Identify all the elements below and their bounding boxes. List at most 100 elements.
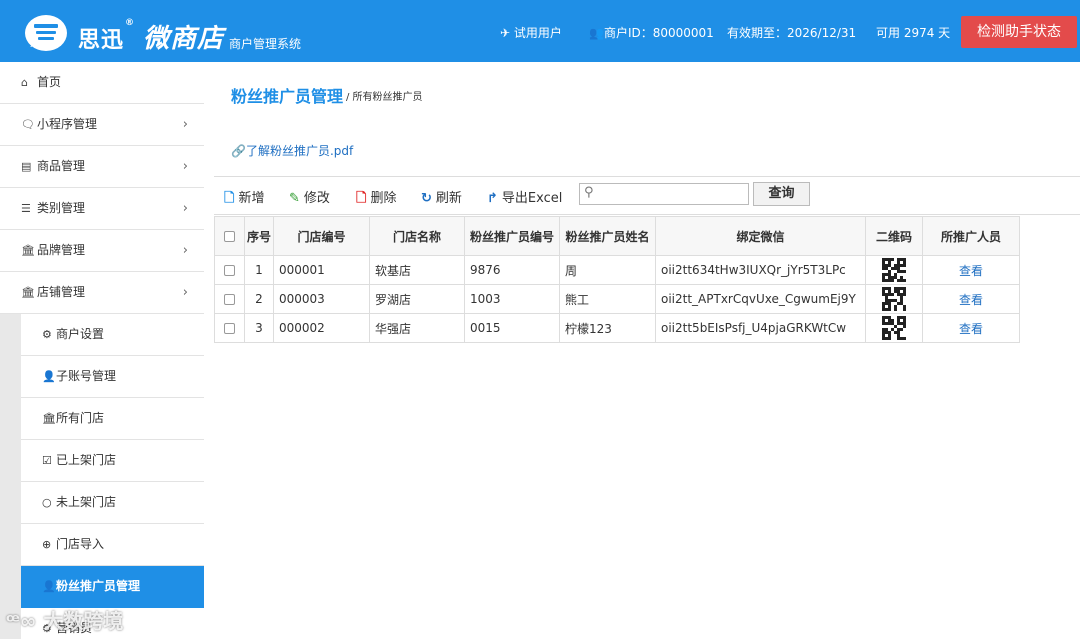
export-excel-button[interactable]: ↱ 导出Excel — [487, 187, 562, 206]
sidebar-item-categories[interactable]: ☰ 类别管理 › — [0, 188, 204, 230]
watermark-logo-icon: ꟹ∞ — [6, 609, 37, 633]
sidebar-item-home[interactable]: ⌂ 首页 — [0, 62, 204, 104]
expiry-date: 有效期至：2026/12/31 — [727, 26, 857, 40]
page-title: 粉丝推广员管理 — [231, 87, 344, 106]
chevron-right-icon: › — [182, 117, 188, 132]
wechat-openid: oii2tt5bEIsPsfj_U4pjaGRKWtCw — [655, 313, 866, 343]
sidebar-subitem-merchant-settings[interactable]: ⚙ 商户设置 — [21, 314, 204, 356]
store-name: 华强店 — [369, 313, 465, 343]
col-header-wechat: 绑定微信 — [655, 216, 866, 256]
shop-logo-icon — [25, 15, 67, 51]
qrcode-icon[interactable] — [882, 258, 906, 282]
store-code: 000002 — [273, 313, 370, 343]
detect-assistant-button[interactable]: 检测助手状态 — [961, 16, 1077, 48]
row-select-cell[interactable] — [214, 313, 245, 343]
sidebar-subitem-all-stores[interactable]: 🏛所有门店 — [21, 398, 204, 440]
qrcode-icon[interactable] — [882, 287, 906, 311]
subsystem-label: 商户管理系统 — [229, 37, 302, 51]
promoter-table: 序号 门店编号 门店名称 粉丝推广员编号 粉丝推广员姓名 绑定微信 二维码 所推… — [214, 216, 1020, 343]
check-square-icon: ☑ — [42, 454, 52, 467]
qrcode-cell[interactable] — [865, 284, 923, 314]
chevron-right-icon: › — [182, 243, 188, 258]
pdf-help-link[interactable]: 🔗了解粉丝推广员.pdf — [231, 142, 353, 159]
breadcrumb: / 所有粉丝推广员 — [346, 92, 423, 103]
qrcode-icon[interactable] — [882, 316, 906, 340]
user-icon: 👤 — [42, 370, 56, 383]
available-days: 可用 2974 天 — [876, 26, 951, 40]
col-header-promoted-users: 所推广人员 — [922, 216, 1020, 256]
col-header-store-code: 门店编号 — [273, 216, 370, 256]
row-checkbox[interactable] — [224, 323, 235, 334]
row-no: 1 — [244, 255, 274, 285]
divider — [214, 214, 1080, 215]
wechat-openid: oii2tt634tHw3IUXQr_jYr5T3LPc — [655, 255, 866, 285]
divider — [214, 176, 1080, 177]
bank-icon: 🏛 — [42, 412, 56, 425]
chevron-right-icon: › — [182, 285, 188, 300]
delete-button[interactable]: 🗋 删除 — [356, 187, 396, 211]
row-checkbox[interactable] — [224, 265, 235, 276]
col-header-promoter-name: 粉丝推广员姓名 — [559, 216, 656, 256]
store-name: 软基店 — [369, 255, 465, 285]
plus-circle-icon: ⊕ — [42, 538, 52, 551]
top-header: 思迅®微商店 商户管理系统 ✈ 试用用户 👥商户ID：80000001 有效期至… — [0, 0, 1080, 62]
gear-icon: ⚙ — [42, 328, 52, 341]
row-no: 3 — [244, 313, 274, 343]
send-icon: ✈ — [500, 26, 511, 40]
col-header-promoter-code: 粉丝推广员编号 — [464, 216, 560, 256]
sidebar-item-brands[interactable]: 🏛 品牌管理 › — [0, 230, 204, 272]
user-icon: 👤 — [42, 580, 56, 593]
merchant-id: 👥商户ID：80000001 — [589, 26, 714, 40]
table-row[interactable]: 3 000002 华强店 0015 柠檬123 oii2tt5bEIsPsfj_… — [214, 313, 1020, 343]
user-type: ✈ 试用用户 — [500, 26, 562, 40]
edit-button[interactable]: ✎ 修改 — [289, 187, 330, 206]
sidebar-subitem-fan-promoters[interactable]: 👤粉丝推广员管理 — [21, 566, 204, 608]
sidebar-subitem-store-import[interactable]: ⊕ 门店导入 — [21, 524, 204, 566]
sidebar-subitem-sub-accounts[interactable]: 👤子账号管理 — [21, 356, 204, 398]
row-select-cell[interactable] — [214, 284, 245, 314]
promoter-name: 柠檬123 — [559, 313, 656, 343]
view-link[interactable]: 查看 — [922, 313, 1020, 343]
watermark: ꟹ∞ 大数跨境 — [6, 609, 124, 633]
qrcode-cell[interactable] — [865, 255, 923, 285]
submenu-indent — [0, 314, 21, 639]
sidebar-subitem-listed-stores[interactable]: ☑ 已上架门店 — [21, 440, 204, 482]
chevron-right-icon: › — [182, 201, 188, 216]
card-icon: ▤ — [21, 160, 32, 173]
view-link[interactable]: 查看 — [922, 284, 1020, 314]
add-button[interactable]: 🗋 新增 — [224, 187, 264, 211]
sidebar-item-products[interactable]: ▤ 商品管理 › — [0, 146, 204, 188]
promoter-code: 0015 — [464, 313, 560, 343]
list-icon: ☰ — [21, 202, 31, 215]
add-file-icon: 🗋 — [224, 191, 235, 206]
select-all-checkbox[interactable] — [224, 231, 235, 242]
home-icon: ⌂ — [21, 76, 28, 89]
sidebar-subitem-unlisted-stores[interactable]: ○ 未上架门店 — [21, 482, 204, 524]
table-row[interactable]: 1 000001 软基店 9876 周 oii2tt634tHw3IUXQr_j… — [214, 255, 1020, 285]
users-icon: 👥 — [589, 26, 604, 40]
promoter-name: 周 — [559, 255, 656, 285]
view-link[interactable]: 查看 — [922, 255, 1020, 285]
chevron-right-icon: › — [182, 159, 188, 174]
select-all-cell[interactable] — [214, 216, 245, 256]
search-icon: ⚲ — [584, 185, 594, 200]
search-input[interactable] — [600, 185, 745, 203]
search-field[interactable]: ⚲ — [579, 183, 749, 205]
row-select-cell[interactable] — [214, 255, 245, 285]
sidebar-item-miniprogram[interactable]: 🗨 小程序管理 › — [0, 104, 204, 146]
edit-icon: ✎ — [289, 191, 300, 206]
bank-icon: 🏛 — [21, 244, 35, 257]
circle-icon: ○ — [42, 496, 52, 509]
store-code: 000003 — [273, 284, 370, 314]
table-row[interactable]: 2 000003 罗湖店 1003 熊工 oii2tt_APTxrCqvUxe_… — [214, 284, 1020, 314]
wechat-openid: oii2tt_APTxrCqvUxe_CgwumEj9Y — [655, 284, 866, 314]
bank-icon: 🏛 — [21, 286, 35, 299]
row-no: 2 — [244, 284, 274, 314]
sidebar-item-stores[interactable]: 🏛 店铺管理 › — [0, 272, 204, 314]
qrcode-cell[interactable] — [865, 313, 923, 343]
refresh-button[interactable]: ↻ 刷新 — [421, 187, 462, 206]
row-checkbox[interactable] — [224, 294, 235, 305]
query-button[interactable]: 查询 — [753, 182, 810, 206]
link-icon: 🔗 — [231, 144, 246, 158]
refresh-icon: ↻ — [421, 191, 432, 206]
